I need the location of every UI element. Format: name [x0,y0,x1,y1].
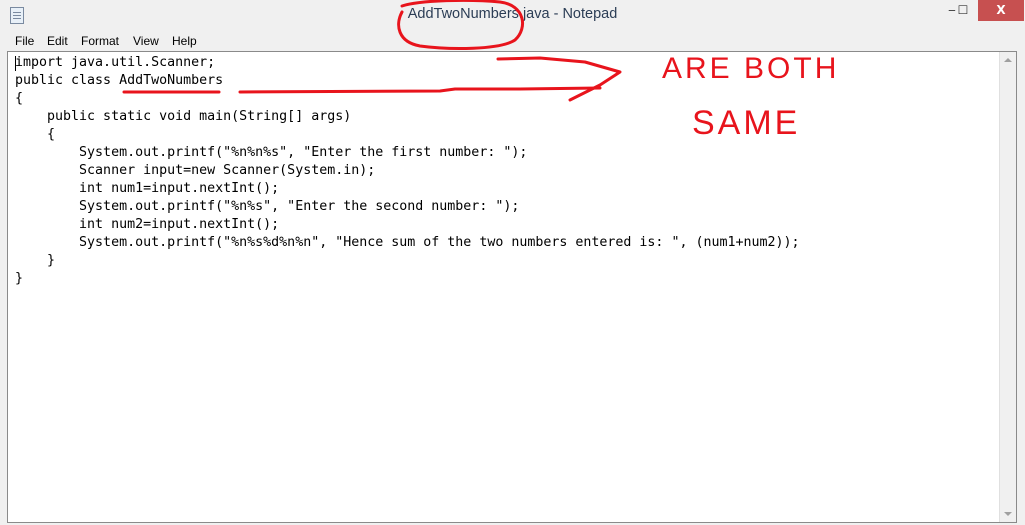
menu-edit[interactable]: Edit [47,34,68,48]
code-line: import java.util.Scanner; [15,55,216,70]
menu-bar: File Edit Format View Help [0,31,1025,51]
code-line: System.out.printf("%n%n%s", "Enter the f… [15,145,528,160]
text-caret [15,56,16,71]
code-line: } [15,271,24,286]
menu-file[interactable]: File [15,34,34,48]
code-line: int num1=input.nextInt(); [15,181,280,196]
scroll-up-icon[interactable] [1004,58,1012,62]
close-button[interactable]: X [978,0,1024,21]
window-title: AddTwoNumbers.java - Notepad [407,6,618,22]
code-line: } [15,253,56,268]
code-line: System.out.printf("%n%s", "Enter the sec… [15,199,520,214]
code-line: int num2=input.nextInt(); [15,217,280,232]
title-bar: AddTwoNumbers.java - Notepad ‒ ☐ X [0,0,1025,31]
maximize-button[interactable]: ☐ [952,0,974,21]
menu-view[interactable]: View [133,34,159,48]
vertical-scrollbar[interactable] [999,52,1016,522]
code-line: System.out.printf("%n%s%d%n%n", "Hence s… [15,235,800,250]
code-line: { [15,91,24,106]
menu-help[interactable]: Help [172,34,197,48]
menu-format[interactable]: Format [81,34,119,48]
code-line: public class AddTwoNumbers [15,73,224,88]
code-line: public static void main(String[] args) [15,109,352,124]
code-line: { [15,127,56,142]
code-line: Scanner input=new Scanner(System.in); [15,163,376,178]
code-text[interactable]: import java.util.Scanner; public class Ad… [15,54,800,288]
scroll-down-icon[interactable] [1004,512,1012,516]
text-editor[interactable]: import java.util.Scanner; public class Ad… [7,51,1017,523]
